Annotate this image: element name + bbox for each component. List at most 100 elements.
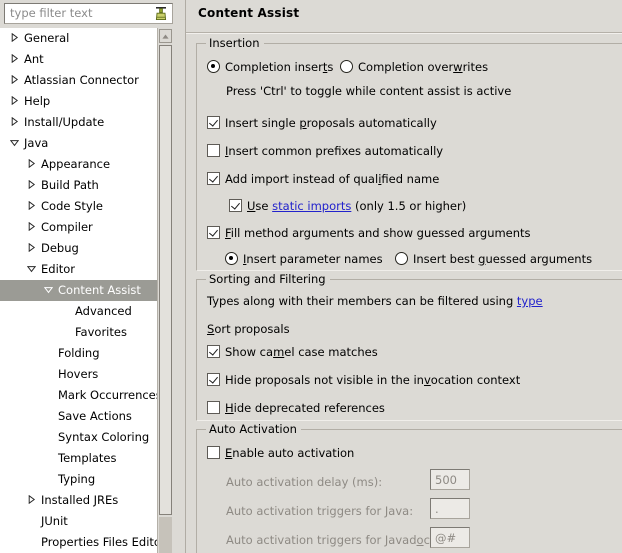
scrollbar-track[interactable] xyxy=(159,517,172,553)
checkbox-hide-deprecated[interactable] xyxy=(207,401,220,414)
checkbox-static-imports-row[interactable]: Use static imports (only 1.5 or higher) xyxy=(229,199,466,213)
sidebar-item-templates[interactable]: Templates xyxy=(0,448,157,469)
chevron-right-icon[interactable] xyxy=(8,49,21,69)
checkbox-fill-method-args[interactable] xyxy=(207,226,220,239)
sidebar-item-properties-files-editor[interactable]: Properties Files Editor xyxy=(0,532,157,553)
filter-box[interactable] xyxy=(4,3,173,24)
checkbox-common-prefixes-row[interactable]: Insert common prefixes automatically xyxy=(207,144,443,158)
checkbox-static-imports-label: Use static imports (only 1.5 or higher) xyxy=(242,199,466,213)
radio-completion-overwrites[interactable] xyxy=(340,60,353,73)
sidebar-item-editor[interactable]: Editor xyxy=(0,259,157,280)
sidebar-item-content-assist[interactable]: Content Assist xyxy=(0,280,157,301)
sidebar-item-advanced[interactable]: Advanced xyxy=(0,301,157,322)
radio-param-names-label: Insert parameter names xyxy=(238,252,383,266)
checkbox-common-prefixes[interactable] xyxy=(207,144,220,157)
chevron-right-icon[interactable] xyxy=(25,490,38,510)
tree-vertical-scrollbar[interactable] xyxy=(157,28,172,553)
auto-activation-javadoc-label: Auto activation triggers for Javadoc: xyxy=(226,533,434,547)
sidebar-item-mark-occurrences[interactable]: Mark Occurrences xyxy=(0,385,157,406)
checkbox-hide-not-visible-label: Hide proposals not visible in the invoca… xyxy=(220,373,520,387)
sidebar-item-general[interactable]: General xyxy=(0,28,157,49)
checkbox-static-imports[interactable] xyxy=(229,199,242,212)
sidebar-item-atlassian-connector[interactable]: Atlassian Connector xyxy=(0,70,157,91)
checkbox-add-import-row[interactable]: Add import instead of qualified name xyxy=(207,172,439,186)
chevron-right-icon[interactable] xyxy=(8,91,21,111)
chevron-right-icon[interactable] xyxy=(25,217,38,237)
chevron-right-icon[interactable] xyxy=(8,70,21,90)
group-insertion: Insertion Completion inserts Completion … xyxy=(196,43,622,271)
sidebar-item-ant[interactable]: Ant xyxy=(0,49,157,70)
chevron-down-icon[interactable] xyxy=(42,280,55,300)
sidebar-item-label: Appearance xyxy=(38,154,110,175)
sidebar-item-install-update[interactable]: Install/Update xyxy=(0,112,157,133)
sidebar-item-junit[interactable]: JUnit xyxy=(0,511,157,532)
checkbox-enable-auto-activation[interactable] xyxy=(207,446,220,459)
checkbox-camel-case-row[interactable]: Show camel case matches xyxy=(207,345,378,359)
chevron-right-icon[interactable] xyxy=(25,154,38,174)
sidebar-item-syntax-coloring[interactable]: Syntax Coloring xyxy=(0,427,157,448)
radio-param-names[interactable] xyxy=(225,252,238,265)
sidebar-item-code-style[interactable]: Code Style xyxy=(0,196,157,217)
auto-activation-delay-label: Auto activation delay (ms): xyxy=(226,475,382,489)
radio-param-names-row[interactable]: Insert parameter names xyxy=(225,252,383,266)
checkbox-common-prefixes-label: Insert common prefixes automatically xyxy=(220,144,443,158)
search-input[interactable] xyxy=(5,5,150,22)
static-imports-link[interactable]: static imports xyxy=(272,199,351,213)
checkbox-fill-method-args-label: Fill method arguments and show guessed a… xyxy=(220,226,531,240)
radio-best-guessed-row[interactable]: Insert best guessed arguments xyxy=(395,252,592,266)
chevron-right-icon[interactable] xyxy=(8,112,21,132)
sidebar-item-installed-jres[interactable]: Installed JREs xyxy=(0,490,157,511)
title-separator-highlight xyxy=(186,33,622,34)
sidebar-item-typing[interactable]: Typing xyxy=(0,469,157,490)
scrollbar-thumb[interactable] xyxy=(159,45,172,515)
auto-activation-delay-field-wrap[interactable] xyxy=(430,469,470,490)
checkbox-single-proposals-row[interactable]: Insert single proposals automatically xyxy=(207,116,437,130)
checkbox-enable-auto-activation-row[interactable]: Enable auto activation xyxy=(207,446,354,460)
chevron-down-icon[interactable] xyxy=(8,133,21,153)
sidebar-item-label: Typing xyxy=(55,469,95,490)
sidebar-item-java[interactable]: Java xyxy=(0,133,157,154)
clear-filter-broom-icon[interactable] xyxy=(153,6,169,22)
sidebar-item-hovers[interactable]: Hovers xyxy=(0,364,157,385)
sidebar-item-compiler[interactable]: Compiler xyxy=(0,217,157,238)
scroll-up-arrow-icon[interactable] xyxy=(159,29,172,43)
sidebar-item-appearance[interactable]: Appearance xyxy=(0,154,157,175)
auto-activation-javadoc-field-wrap[interactable] xyxy=(430,527,470,548)
auto-activation-java-input[interactable] xyxy=(430,498,470,519)
checkbox-single-proposals[interactable] xyxy=(207,116,220,129)
sidebar-item-folding[interactable]: Folding xyxy=(0,343,157,364)
sidebar-item-help[interactable]: Help xyxy=(0,91,157,112)
auto-activation-javadoc-input[interactable] xyxy=(430,527,470,548)
checkbox-fill-method-args-row[interactable]: Fill method arguments and show guessed a… xyxy=(207,226,531,240)
sidebar-item-build-path[interactable]: Build Path xyxy=(0,175,157,196)
type-filters-link[interactable]: type xyxy=(517,294,543,308)
sidebar-item-label: Content Assist xyxy=(55,280,141,301)
chevron-down-icon[interactable] xyxy=(25,259,38,279)
radio-best-guessed[interactable] xyxy=(395,252,408,265)
sidebar-item-label: Mark Occurrences xyxy=(55,385,157,406)
auto-activation-delay-input[interactable] xyxy=(430,469,470,490)
sidebar-item-favorites[interactable]: Favorites xyxy=(0,322,157,343)
chevron-right-icon[interactable] xyxy=(25,238,38,258)
sidebar-item-label: Advanced xyxy=(72,301,132,322)
checkbox-enable-auto-activation-label: Enable auto activation xyxy=(220,446,354,460)
chevron-right-icon[interactable] xyxy=(25,196,38,216)
preferences-tree[interactable]: GeneralAntAtlassian ConnectorHelpInstall… xyxy=(0,28,172,553)
checkbox-camel-case[interactable] xyxy=(207,345,220,358)
checkbox-hide-not-visible[interactable] xyxy=(207,373,220,386)
sidebar-item-debug[interactable]: Debug xyxy=(0,238,157,259)
sidebar-item-save-actions[interactable]: Save Actions xyxy=(0,406,157,427)
chevron-right-icon[interactable] xyxy=(25,175,38,195)
chevron-right-icon[interactable] xyxy=(8,28,21,48)
radio-completion-inserts[interactable] xyxy=(207,60,220,73)
radio-completion-inserts-row[interactable]: Completion inserts xyxy=(207,60,333,74)
sidebar-item-label: Editor xyxy=(38,259,75,280)
checkbox-hide-not-visible-row[interactable]: Hide proposals not visible in the invoca… xyxy=(207,373,520,387)
sidebar-item-label: Folding xyxy=(55,343,100,364)
radio-completion-inserts-label: Completion inserts xyxy=(220,60,333,74)
sidebar-item-label: Save Actions xyxy=(55,406,132,427)
radio-completion-overwrites-row[interactable]: Completion overwrites xyxy=(340,60,488,74)
checkbox-add-import[interactable] xyxy=(207,172,220,185)
auto-activation-java-field-wrap[interactable] xyxy=(430,498,470,519)
checkbox-hide-deprecated-row[interactable]: Hide deprecated references xyxy=(207,401,385,415)
